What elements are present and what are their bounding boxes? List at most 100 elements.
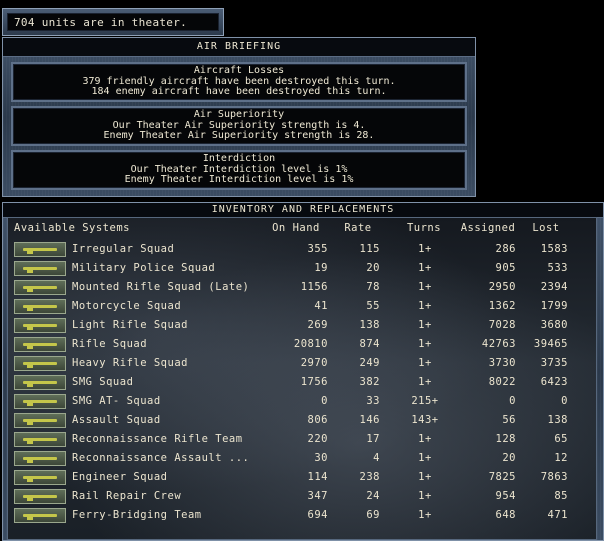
- horse-icon[interactable]: [14, 280, 66, 295]
- smg-icon[interactable]: [14, 451, 66, 466]
- unit-name: Mounted Rifle Squad (Late): [72, 281, 250, 293]
- col-assigned[interactable]: Assigned: [452, 222, 524, 234]
- lost-value: 2394: [540, 281, 568, 293]
- unit-name: Rifle Squad: [72, 338, 148, 350]
- inventory-title: INVENTORY AND REPLACEMENTS: [3, 203, 603, 218]
- turns-value: 1+: [418, 300, 432, 312]
- unit-name: SMG Squad: [72, 376, 134, 388]
- col-turns[interactable]: Turns: [400, 222, 448, 234]
- pickaxe-icon[interactable]: [14, 489, 66, 504]
- lost-value: 39465: [533, 338, 568, 350]
- inventory-row[interactable]: SMG AT- Squad 0 33 215+ 0 0: [8, 392, 596, 411]
- rate-value: 20: [366, 262, 380, 274]
- interdiction-box: Interdiction Our Theater Interdiction le…: [11, 150, 467, 190]
- inventory-row[interactable]: Heavy Rifle Squad 2970 249 1+ 3730 3735: [8, 354, 596, 373]
- unit-name: Assault Squad: [72, 414, 161, 426]
- air-briefing-title: AIR BRIEFING: [3, 38, 475, 57]
- on-hand-value: 220: [307, 433, 328, 445]
- rate-value: 78: [366, 281, 380, 293]
- inventory-row[interactable]: Irregular Squad 355 115 1+ 286 1583: [8, 240, 596, 259]
- lost-value: 138: [547, 414, 568, 426]
- rifle-icon[interactable]: [14, 242, 66, 257]
- air-briefing-panel: AIR BRIEFING Aircraft Losses 379 friendl…: [2, 37, 476, 197]
- inventory-row[interactable]: SMG Squad 1756 382 1+ 8022 6423: [8, 373, 596, 392]
- inventory-row[interactable]: Rifle Squad 20810 874 1+ 42763 39465: [8, 335, 596, 354]
- enemy-interdiction-level: Enemy Theater Interdiction level is 1%: [124, 174, 354, 185]
- inventory-row[interactable]: Military Police Squad 19 20 1+ 905 533: [8, 259, 596, 278]
- assigned-value: 954: [495, 490, 516, 502]
- turns-value: 143+: [411, 414, 439, 426]
- unit-name: Irregular Squad: [72, 243, 175, 255]
- units-status-text: 704 units are in theater.: [7, 13, 219, 31]
- turns-value: 1+: [418, 357, 432, 369]
- pickaxe-icon[interactable]: [14, 508, 66, 523]
- pickaxe-icon[interactable]: [14, 470, 66, 485]
- inventory-panel: INVENTORY AND REPLACEMENTS Available Sys…: [2, 202, 604, 541]
- col-on-hand[interactable]: On Hand: [264, 222, 328, 234]
- rifle-icon[interactable]: [14, 261, 66, 276]
- rifle-icon[interactable]: [14, 318, 66, 333]
- inventory-row[interactable]: Mounted Rifle Squad (Late) 1156 78 1+ 2950 23…: [8, 278, 596, 297]
- unit-name: Light Rifle Squad: [72, 319, 188, 331]
- inventory-row[interactable]: Engineer Squad 114 238 1+ 7825 7863: [8, 468, 596, 487]
- aircraft-losses-heading: Aircraft Losses: [193, 65, 285, 76]
- assigned-value: 56: [502, 414, 516, 426]
- turns-value: 215+: [411, 395, 439, 407]
- inventory-row[interactable]: Rail Repair Crew 347 24 1+ 954 85: [8, 487, 596, 506]
- antitank-rifle-icon[interactable]: [14, 394, 66, 409]
- inventory-row[interactable]: Reconnaissance Assault ... 30 4 1+ 20 12: [8, 449, 596, 468]
- on-hand-value: 1156: [300, 281, 328, 293]
- rifle-icon[interactable]: [14, 432, 66, 447]
- smg-icon[interactable]: [14, 413, 66, 428]
- on-hand-value: 2970: [300, 357, 328, 369]
- aircraft-losses-box: Aircraft Losses 379 friendly aircraft ha…: [11, 62, 467, 102]
- unit-name: Military Police Squad: [72, 262, 216, 274]
- turns-value: 1+: [418, 338, 432, 350]
- lost-value: 85: [554, 490, 568, 502]
- lost-value: 471: [547, 509, 568, 521]
- assigned-value: 3730: [488, 357, 516, 369]
- inventory-row[interactable]: Assault Squad 806 146 143+ 56 138: [8, 411, 596, 430]
- inventory-row[interactable]: Ferry-Bridging Team 694 69 1+ 648 471: [8, 506, 596, 525]
- on-hand-value: 114: [307, 471, 328, 483]
- unit-name: SMG AT- Squad: [72, 395, 161, 407]
- on-hand-value: 269: [307, 319, 328, 331]
- assigned-value: 905: [495, 262, 516, 274]
- rate-value: 138: [359, 319, 380, 331]
- rifle-icon[interactable]: [14, 356, 66, 371]
- col-lost[interactable]: Lost: [528, 222, 564, 234]
- smg-icon[interactable]: [14, 375, 66, 390]
- rate-value: 382: [359, 376, 380, 388]
- rate-value: 249: [359, 357, 380, 369]
- assigned-value: 128: [495, 433, 516, 445]
- lost-value: 6423: [540, 376, 568, 388]
- rate-value: 115: [359, 243, 380, 255]
- col-available-systems[interactable]: Available Systems: [14, 222, 130, 234]
- motorcycle-icon[interactable]: [14, 299, 66, 314]
- lost-value: 1799: [540, 300, 568, 312]
- lost-value: 3735: [540, 357, 568, 369]
- on-hand-value: 20810: [293, 338, 328, 350]
- turns-value: 1+: [418, 509, 432, 521]
- inventory-row[interactable]: Light Rifle Squad 269 138 1+ 7028 3680: [8, 316, 596, 335]
- assigned-value: 8022: [488, 376, 516, 388]
- turns-value: 1+: [418, 319, 432, 331]
- rate-value: 874: [359, 338, 380, 350]
- rate-value: 4: [373, 452, 380, 464]
- enemy-air-superiority: Enemy Theater Air Superiority strength i…: [103, 130, 375, 141]
- rate-value: 33: [366, 395, 380, 407]
- rifle-icon[interactable]: [14, 337, 66, 352]
- on-hand-value: 1756: [300, 376, 328, 388]
- assigned-value: 0: [509, 395, 516, 407]
- assigned-value: 648: [495, 509, 516, 521]
- inventory-row[interactable]: Reconnaissance Rifle Team 220 17 1+ 128 65: [8, 430, 596, 449]
- on-hand-value: 41: [314, 300, 328, 312]
- turns-value: 1+: [418, 281, 432, 293]
- inventory-table: Available Systems On Hand Rate Turns Ass…: [7, 217, 597, 540]
- rate-value: 238: [359, 471, 380, 483]
- col-rate[interactable]: Rate: [338, 222, 378, 234]
- lost-value: 7863: [540, 471, 568, 483]
- unit-name: Motorcycle Squad: [72, 300, 182, 312]
- assigned-value: 1362: [488, 300, 516, 312]
- inventory-row[interactable]: Motorcycle Squad 41 55 1+ 1362 1799: [8, 297, 596, 316]
